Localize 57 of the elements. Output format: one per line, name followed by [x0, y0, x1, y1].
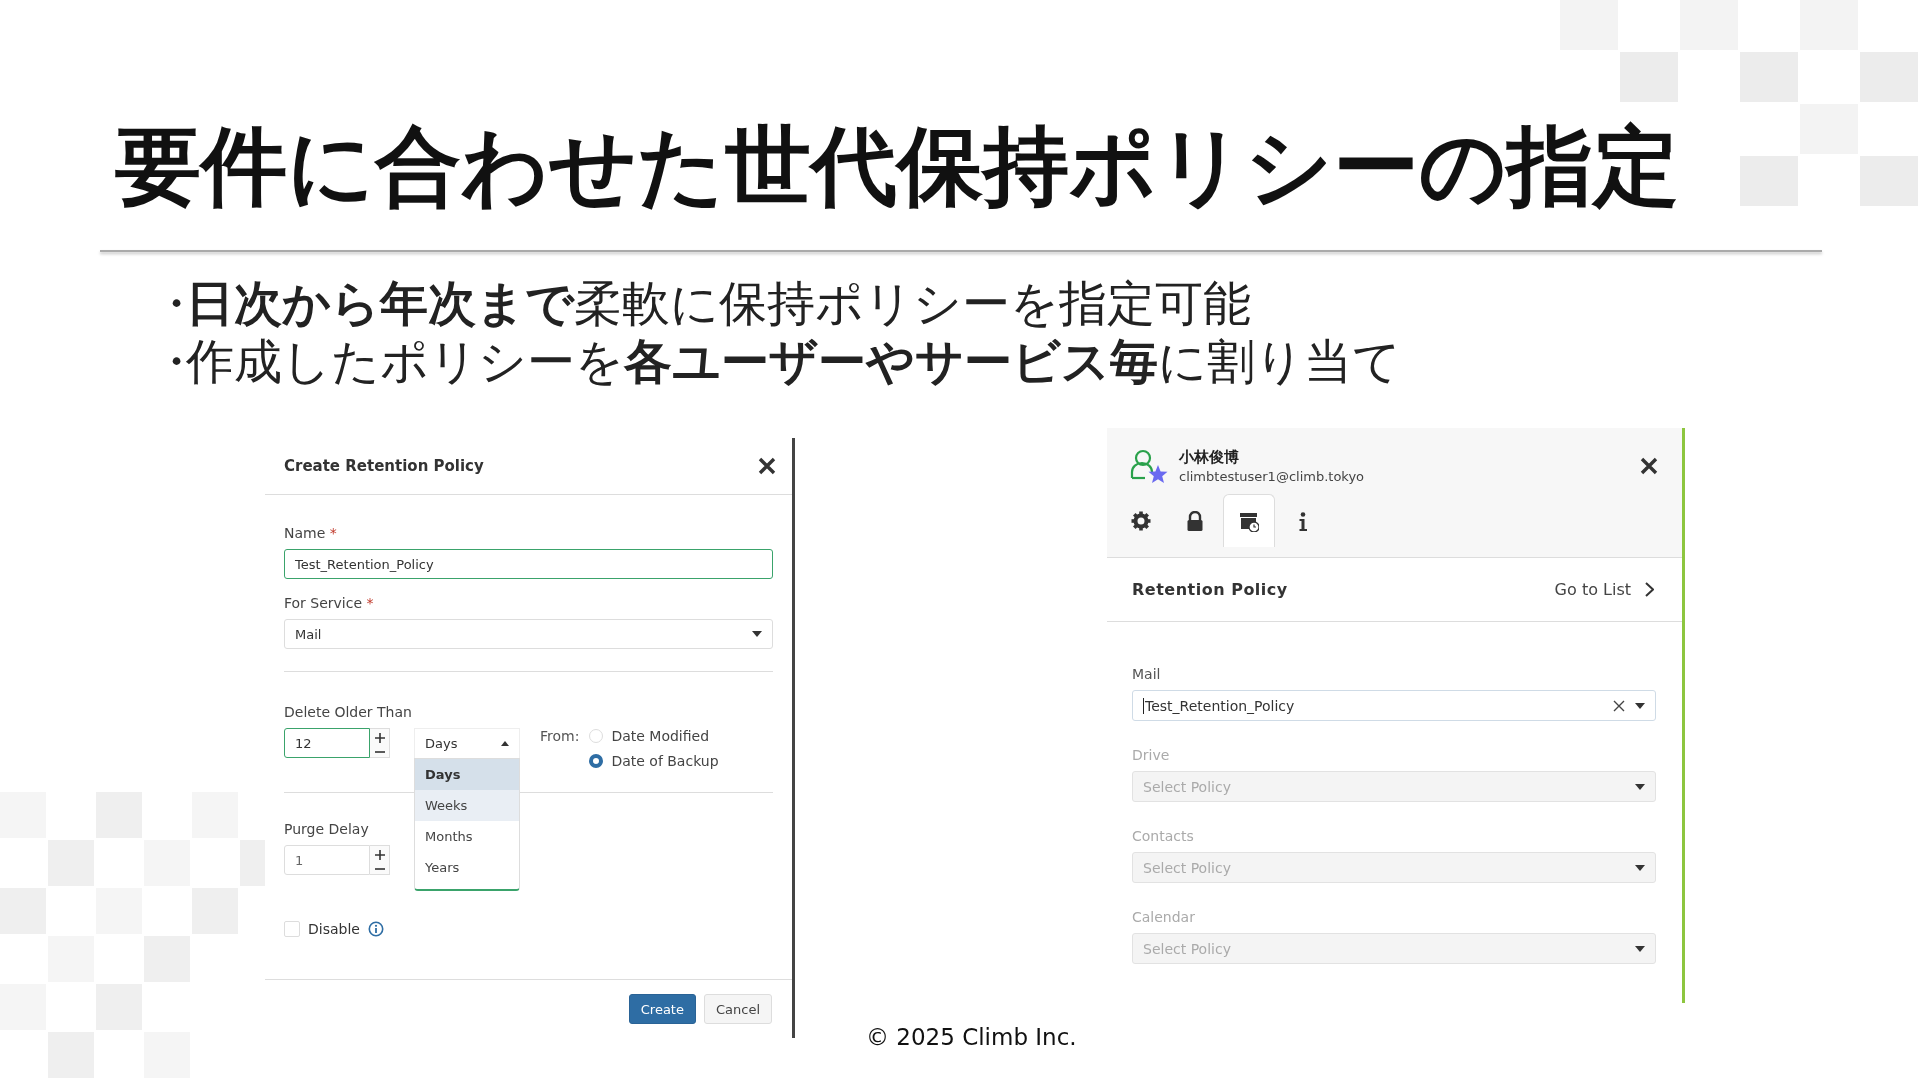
policy-select[interactable]: Test_Retention_Policy	[1132, 690, 1656, 721]
field-label: Purge Delay	[284, 821, 369, 837]
from-label: From:	[540, 728, 580, 746]
dropdown-option[interactable]: Years	[415, 852, 519, 883]
service-select[interactable]: Mail	[284, 619, 773, 649]
minus-icon[interactable]	[374, 751, 385, 753]
checkbox-label: Disable	[308, 921, 360, 937]
create-button[interactable]: Create	[628, 994, 696, 1024]
number-input-field[interactable]: 1	[284, 845, 370, 875]
copyright-text: © 2025 Climb Inc.	[866, 1024, 1077, 1050]
user-star-icon	[1129, 448, 1169, 484]
caret-up-icon	[501, 741, 509, 746]
unit-select[interactable]: Days	[414, 728, 520, 758]
dropdown-option[interactable]: Days	[415, 759, 519, 790]
caret-icon	[752, 631, 762, 637]
bullet-text: 日次から年次まで柔軟に保持ポリシーを指定可能	[186, 274, 1251, 332]
archive-clock-icon	[1239, 510, 1259, 532]
number-input-field[interactable]: 12	[284, 728, 370, 758]
radio-button[interactable]	[589, 754, 604, 768]
bullet-text: 作成したポリシーを各ユーザーやサービス毎に割り当て	[186, 332, 1401, 390]
settings-icon	[1131, 511, 1151, 532]
plus-icon[interactable]	[374, 850, 385, 860]
field-label: Delete Older Than	[284, 704, 412, 720]
cancel-button[interactable]: Cancel	[703, 994, 772, 1024]
chevron-right-icon	[1645, 582, 1654, 597]
field-label: For Service *	[284, 595, 374, 611]
radio-label: Date Modified	[611, 728, 710, 744]
field-label: Drive	[1132, 747, 1170, 763]
user-name: 小林俊博	[1179, 448, 1240, 467]
field-label: Name *	[284, 525, 337, 541]
clear-icon[interactable]	[1613, 699, 1625, 712]
slide-title: 要件に合わせた世代保持ポリシーの指定	[115, 115, 1679, 218]
close-icon[interactable]	[1640, 457, 1658, 475]
checkbox[interactable]	[284, 921, 300, 937]
field-label: Mail	[1132, 666, 1161, 682]
radio-label: Date of Backup	[611, 753, 719, 769]
caret-icon	[1635, 945, 1645, 952]
plus-icon[interactable]	[374, 733, 385, 743]
dialog-title: Create Retention Policy	[284, 457, 484, 475]
caret-icon	[1635, 864, 1645, 871]
bullet-mark: ・	[152, 274, 186, 332]
caret-icon	[1635, 702, 1645, 709]
name-input-field[interactable]: Test_Retention_Policy	[284, 549, 773, 579]
section-title: Retention Policy	[1132, 580, 1288, 599]
user-email: climbtestuser1@climb.tokyo	[1179, 469, 1366, 484]
close-icon[interactable]	[758, 457, 776, 475]
minus-icon[interactable]	[374, 868, 385, 870]
field-label: Calendar	[1132, 909, 1195, 925]
info-icon[interactable]	[367, 921, 384, 937]
go-to-list-link[interactable]: Go to List	[1554, 580, 1654, 599]
tab[interactable]	[1223, 494, 1275, 547]
lock-icon	[1185, 511, 1205, 532]
caret-icon	[1635, 783, 1645, 790]
bullet-mark: ・	[152, 332, 186, 390]
dropdown-option[interactable]: Weeks	[415, 790, 519, 821]
dropdown-option[interactable]: Months	[415, 821, 519, 852]
field-label: Contacts	[1132, 828, 1194, 844]
